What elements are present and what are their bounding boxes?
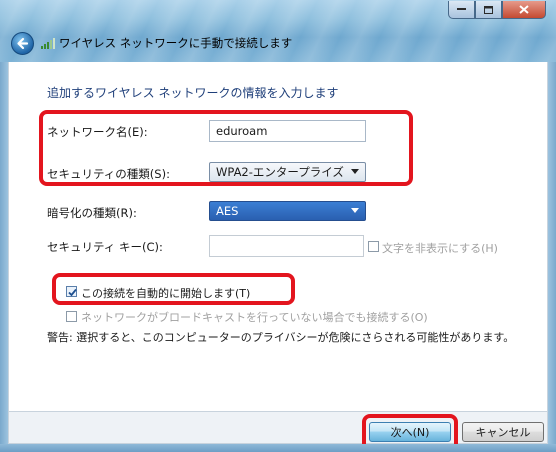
back-button[interactable] bbox=[11, 32, 34, 55]
encryption-type-select[interactable]: AES bbox=[209, 201, 366, 221]
maximize-icon bbox=[484, 5, 493, 14]
frame-right bbox=[548, 62, 556, 444]
highlight-box-auto-connect bbox=[52, 273, 295, 305]
back-arrow-icon bbox=[17, 37, 29, 50]
close-icon bbox=[519, 5, 529, 14]
title-bar[interactable]: ワイヤレス ネットワークに手動で接続します bbox=[0, 0, 556, 62]
form-heading: 追加するワイヤレス ネットワークの情報を入力します bbox=[47, 86, 339, 100]
highlight-box-network-settings bbox=[39, 110, 413, 186]
frame-left bbox=[0, 62, 8, 444]
minimize-button[interactable] bbox=[448, 1, 475, 19]
encryption-type-value: AES bbox=[216, 204, 239, 218]
frame-bottom bbox=[0, 444, 556, 452]
minimize-icon bbox=[457, 8, 466, 10]
security-key-label: セキュリティ キー(C): bbox=[47, 240, 163, 254]
connect-hidden-label: ネットワークがブロードキャストを行っていない場合でも接続する(O) bbox=[81, 311, 428, 324]
security-key-input[interactable] bbox=[209, 235, 364, 257]
warning-text: 警告: 選択すると、このコンピューターのプライバシーが危険にさらされる可能性があ… bbox=[47, 331, 515, 344]
title-row: ワイヤレス ネットワークに手動で接続します bbox=[41, 35, 292, 51]
window-title: ワイヤレス ネットワークに手動で接続します bbox=[59, 36, 293, 50]
maximize-button[interactable] bbox=[475, 1, 502, 19]
wireless-signal-icon bbox=[41, 38, 55, 49]
chevron-down-icon bbox=[351, 208, 359, 213]
window-controls bbox=[448, 1, 546, 19]
connect-hidden-checkbox[interactable] bbox=[66, 311, 77, 322]
cancel-button[interactable]: キャンセル bbox=[462, 422, 544, 442]
encryption-type-label: 暗号化の種類(R): bbox=[47, 206, 137, 220]
close-button[interactable] bbox=[502, 1, 546, 19]
hide-characters-label: 文字を非表示にする(H) bbox=[382, 242, 498, 255]
hide-characters-checkbox[interactable] bbox=[368, 241, 379, 252]
